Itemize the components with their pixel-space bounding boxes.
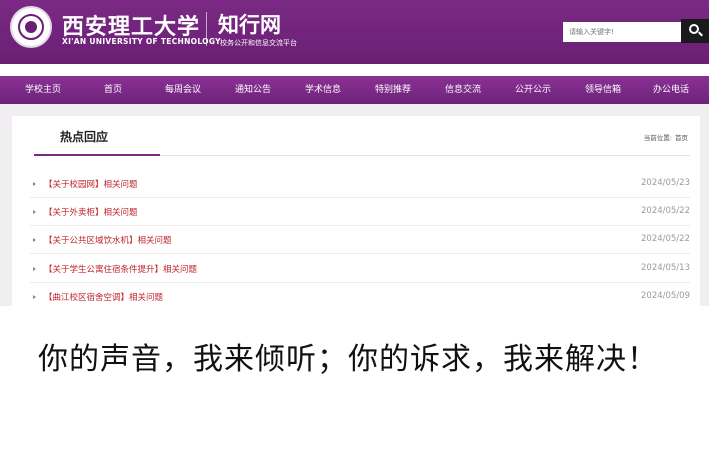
site-header: 西安理工大学 XI'AN UNIVERSITY OF TECHNOLOGY 知行…	[0, 0, 709, 64]
nav-item-featured[interactable]: 特别推荐	[360, 76, 426, 104]
breadcrumb-home[interactable]: 首页	[675, 134, 688, 142]
search-button[interactable]	[681, 19, 709, 43]
nav-item-exchange[interactable]: 信息交流	[430, 76, 496, 104]
list-item[interactable]: 【关于校园网】相关问题 2024/05/23	[30, 170, 690, 198]
list-item-date: 2024/05/09	[641, 291, 690, 301]
list-item-title[interactable]: 【关于学生公寓住宿条件提升】相关问题	[44, 263, 197, 275]
main-nav: 学校主页 首页 每周会议 通知公告 学术信息 特别推荐 信息交流 公开公示 领导…	[0, 76, 709, 104]
list-item-title[interactable]: 【关于公共区域饮水机】相关问题	[44, 234, 172, 246]
bullet-icon	[33, 182, 36, 186]
list-item-date: 2024/05/22	[641, 206, 690, 216]
nav-item-weekly-meetings[interactable]: 每周会议	[150, 76, 216, 104]
nav-item-home[interactable]: 首页	[80, 76, 146, 104]
search-icon-handle	[698, 31, 703, 37]
logo-center	[25, 21, 37, 33]
site-name[interactable]: 知行网	[218, 9, 281, 39]
list-item-date: 2024/05/13	[641, 263, 690, 273]
bullet-icon	[33, 295, 36, 299]
list-item-title[interactable]: 【关于外卖柜】相关问题	[44, 206, 138, 218]
list-item-date: 2024/05/23	[641, 178, 690, 188]
search-input[interactable]	[563, 22, 681, 42]
hot-response-panel: 热点回应 当前位置: 首页 【关于校园网】相关问题 2024/05/23 【关于外…	[12, 116, 700, 306]
university-logo-icon[interactable]	[10, 6, 52, 48]
nav-item-academic[interactable]: 学术信息	[290, 76, 356, 104]
nav-item-office-phone[interactable]: 办公电话	[638, 76, 704, 104]
nav-item-leader-mailbox[interactable]: 领导信箱	[570, 76, 636, 104]
list-item[interactable]: 【曲江校区宿舍空调】相关问题 2024/05/09	[30, 283, 690, 311]
list-item-title[interactable]: 【关于校园网】相关问题	[44, 178, 138, 190]
nav-item-school-home[interactable]: 学校主页	[10, 76, 76, 104]
breadcrumb: 当前位置: 首页	[641, 132, 688, 142]
nav-item-notices[interactable]: 通知公告	[220, 76, 286, 104]
breadcrumb-label: 当前位置:	[643, 134, 672, 142]
bullet-icon	[33, 267, 36, 271]
panel-title: 热点回应	[60, 130, 109, 144]
list-item[interactable]: 【关于学生公寓住宿条件提升】相关问题 2024/05/13	[30, 255, 690, 283]
list-item-title[interactable]: 【曲江校区宿舍空调】相关问题	[44, 291, 163, 303]
title-rule	[160, 155, 690, 156]
title-underline	[34, 154, 160, 156]
nav-item-public-notices[interactable]: 公开公示	[500, 76, 566, 104]
bullet-icon	[33, 238, 36, 242]
list-item-date: 2024/05/22	[641, 234, 690, 244]
caption-text: 你的声音，我来倾听；你的诉求，我来解决！	[38, 342, 658, 377]
bullet-icon	[33, 210, 36, 214]
site-subtitle: 校务公开和信息交流平台	[220, 39, 297, 47]
header-divider	[206, 12, 207, 46]
list-item[interactable]: 【关于公共区域饮水机】相关问题 2024/05/22	[30, 226, 690, 254]
university-english-name: XI'AN UNIVERSITY OF TECHNOLOGY	[62, 37, 221, 46]
list-item[interactable]: 【关于外卖柜】相关问题 2024/05/22	[30, 198, 690, 226]
